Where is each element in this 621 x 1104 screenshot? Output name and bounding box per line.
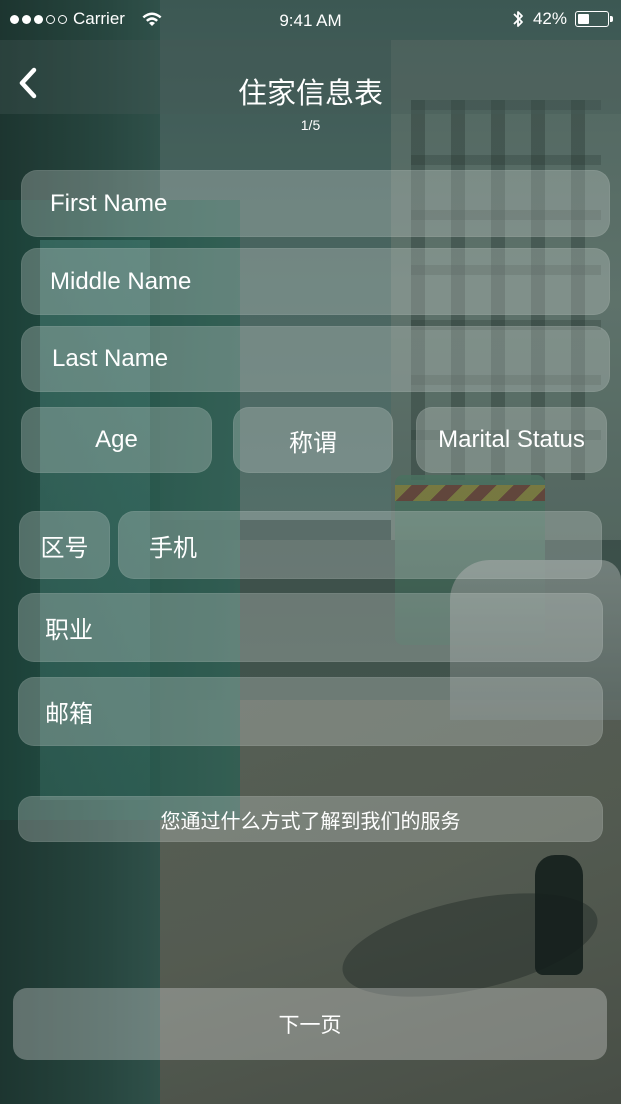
first-name-placeholder: First Name <box>50 189 168 217</box>
referral-source-select[interactable]: 您通过什么方式了解到我们的服务 <box>18 796 603 842</box>
area-code-placeholder: 区号 <box>40 534 89 562</box>
email-field[interactable]: 邮箱 <box>18 677 603 746</box>
middle-name-placeholder: Middle Name <box>50 267 192 295</box>
occupation-placeholder: 职业 <box>45 617 93 644</box>
last-name-placeholder: Last Name <box>52 345 169 372</box>
page-title: 住家信息表 <box>237 78 383 110</box>
next-page-label: 下一页 <box>278 1014 342 1037</box>
page-indicator: 1/5 <box>300 117 321 133</box>
title-placeholder: 称谓 <box>289 429 337 457</box>
title-field[interactable]: 称谓 <box>233 407 393 473</box>
first-name-field[interactable]: First Name <box>21 170 610 237</box>
email-placeholder: 邮箱 <box>45 701 93 728</box>
navigation-bar: 住家信息表 <box>0 40 621 114</box>
marital-status-placeholder: Marital Status <box>438 426 585 453</box>
age-field[interactable]: Age <box>21 407 212 473</box>
middle-name-field[interactable]: Middle Name <box>21 248 610 315</box>
next-page-button[interactable]: 下一页 <box>13 988 607 1060</box>
battery-percent: 42% <box>532 9 567 28</box>
age-placeholder: Age <box>95 426 138 453</box>
status-bar: Carrier 9:41 AM 42% <box>0 0 621 40</box>
bluetooth-icon <box>513 11 523 27</box>
referral-source-label: 您通过什么方式了解到我们的服务 <box>160 810 461 833</box>
mobile-placeholder: 手机 <box>149 534 197 562</box>
mobile-field[interactable]: 手机 <box>118 511 602 579</box>
area-code-field[interactable]: 区号 <box>19 511 110 579</box>
battery-icon <box>575 11 613 27</box>
last-name-field[interactable]: Last Name <box>21 326 610 392</box>
marital-status-field[interactable]: Marital Status <box>416 407 607 473</box>
occupation-field[interactable]: 职业 <box>18 593 603 662</box>
